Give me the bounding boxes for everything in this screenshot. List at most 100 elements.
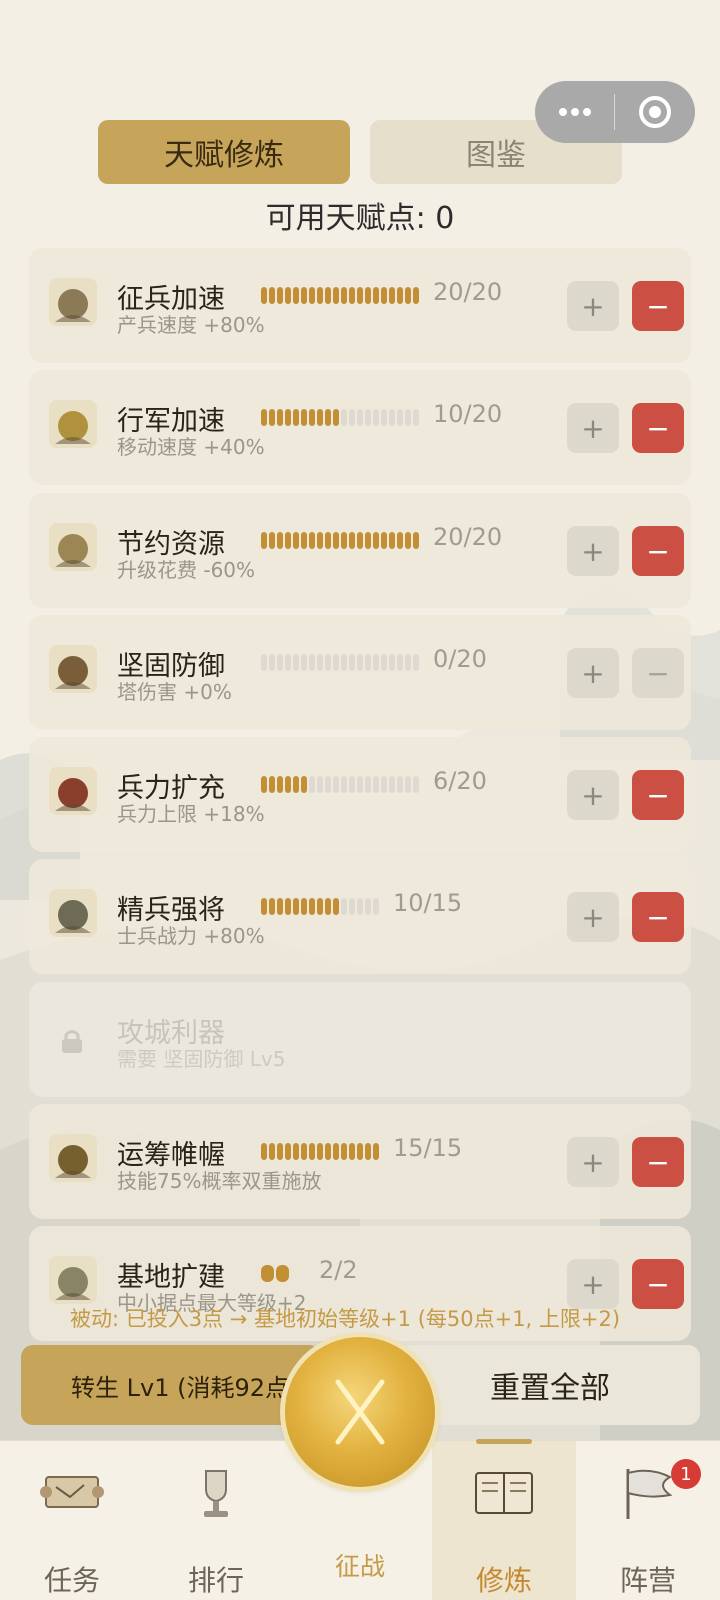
talent-card: 节约资源 升级花费 -60% 20/20 + −	[29, 493, 691, 608]
level-pip	[397, 409, 403, 426]
decrease-button[interactable]: −	[632, 281, 684, 331]
level-pip	[381, 654, 387, 671]
level-pip	[333, 654, 339, 671]
decrease-button[interactable]: −	[632, 1259, 684, 1309]
level-pip	[349, 654, 355, 671]
increase-button[interactable]: +	[567, 770, 619, 820]
level-progress-bar	[261, 1143, 379, 1160]
level-pip	[269, 654, 275, 671]
level-pip	[317, 409, 323, 426]
level-pip	[277, 532, 283, 549]
level-pip	[285, 287, 291, 304]
level-pip	[269, 776, 275, 793]
decrease-button[interactable]: −	[632, 892, 684, 942]
level-pip	[325, 287, 331, 304]
level-pip	[293, 1143, 299, 1160]
tab-talent-training[interactable]: 天赋修炼	[98, 120, 350, 184]
increase-button[interactable]: +	[567, 526, 619, 576]
base-icon	[49, 1256, 97, 1304]
level-pip	[301, 532, 307, 549]
level-pip	[261, 898, 267, 915]
rebirth-button[interactable]: 转生 Lv1 (消耗92点)	[21, 1345, 321, 1425]
level-pip	[413, 409, 419, 426]
level-pip	[293, 532, 299, 549]
level-pip	[365, 532, 371, 549]
level-pip	[341, 654, 347, 671]
level-pip	[317, 287, 323, 304]
increase-button[interactable]: +	[567, 892, 619, 942]
level-pip	[285, 1143, 291, 1160]
level-pip	[301, 409, 307, 426]
level-pip	[405, 409, 411, 426]
nav-camp[interactable]: 1 阵营	[576, 1441, 720, 1600]
increase-button[interactable]: +	[567, 1137, 619, 1187]
increase-button[interactable]: +	[567, 648, 619, 698]
level-pip	[365, 898, 371, 915]
reset-all-button[interactable]: 重置全部	[400, 1345, 700, 1425]
talent-card: 攻城利器 需要 坚固防御 Lv5	[29, 982, 691, 1097]
level-progress-bar	[261, 654, 419, 671]
level-pip	[389, 532, 395, 549]
level-progress-bar	[261, 287, 419, 304]
level-progress-bar	[261, 776, 419, 793]
talent-effect: 产兵速度 +80%	[117, 313, 265, 337]
talent-effect: 移动速度 +40%	[117, 435, 265, 459]
level-count: 6/20	[433, 767, 487, 795]
talent-card: 行军加速 移动速度 +40% 10/20 + −	[29, 370, 691, 485]
talent-card: 坚固防御 塔伤害 +0% 0/20 + −	[29, 615, 691, 730]
crossed-swords-icon[interactable]	[285, 1337, 435, 1487]
level-pip	[357, 654, 363, 671]
level-progress-bar	[261, 1265, 289, 1282]
level-pip	[349, 532, 355, 549]
level-pip	[269, 287, 275, 304]
nav-training[interactable]: 修炼	[432, 1439, 576, 1600]
level-pip	[325, 532, 331, 549]
decrease-button[interactable]: −	[632, 526, 684, 576]
level-pip	[341, 1143, 347, 1160]
level-pip	[261, 409, 267, 426]
level-pip	[357, 532, 363, 549]
level-count: 2/2	[319, 1256, 358, 1284]
decrease-button[interactable]: −	[632, 403, 684, 453]
elite-icon	[49, 889, 97, 937]
nav-ranking[interactable]: 排行	[144, 1441, 288, 1600]
level-pip	[301, 1143, 307, 1160]
level-pip	[261, 1265, 274, 1282]
target-circle-icon[interactable]	[615, 81, 694, 143]
soldiers-icon	[49, 278, 97, 326]
level-pip	[333, 532, 339, 549]
level-pip	[365, 776, 371, 793]
level-pip	[293, 409, 299, 426]
defense-icon	[49, 645, 97, 693]
level-pip	[276, 1265, 289, 1282]
level-pip	[413, 532, 419, 549]
level-pip	[325, 409, 331, 426]
level-pip	[381, 409, 387, 426]
resource-icon	[49, 523, 97, 571]
level-pip	[285, 654, 291, 671]
decrease-button[interactable]: −	[632, 648, 684, 698]
increase-button[interactable]: +	[567, 281, 619, 331]
level-count: 10/15	[393, 889, 463, 917]
decrease-button[interactable]: −	[632, 770, 684, 820]
level-pip	[285, 532, 291, 549]
level-pip	[293, 287, 299, 304]
level-pip	[413, 654, 419, 671]
level-pip	[309, 532, 315, 549]
level-pip	[317, 532, 323, 549]
level-pip	[293, 654, 299, 671]
level-pip	[397, 532, 403, 549]
level-pip	[317, 898, 323, 915]
level-progress-bar	[261, 898, 379, 915]
increase-button[interactable]: +	[567, 1259, 619, 1309]
decrease-button[interactable]: −	[632, 1137, 684, 1187]
level-pip	[309, 654, 315, 671]
more-dots-icon[interactable]	[535, 81, 614, 143]
level-pip	[277, 654, 283, 671]
increase-button[interactable]: +	[567, 403, 619, 453]
level-pip	[365, 409, 371, 426]
level-pip	[261, 1143, 267, 1160]
level-pip	[389, 654, 395, 671]
nav-tasks[interactable]: 任务	[0, 1441, 144, 1600]
level-progress-bar	[261, 532, 419, 549]
